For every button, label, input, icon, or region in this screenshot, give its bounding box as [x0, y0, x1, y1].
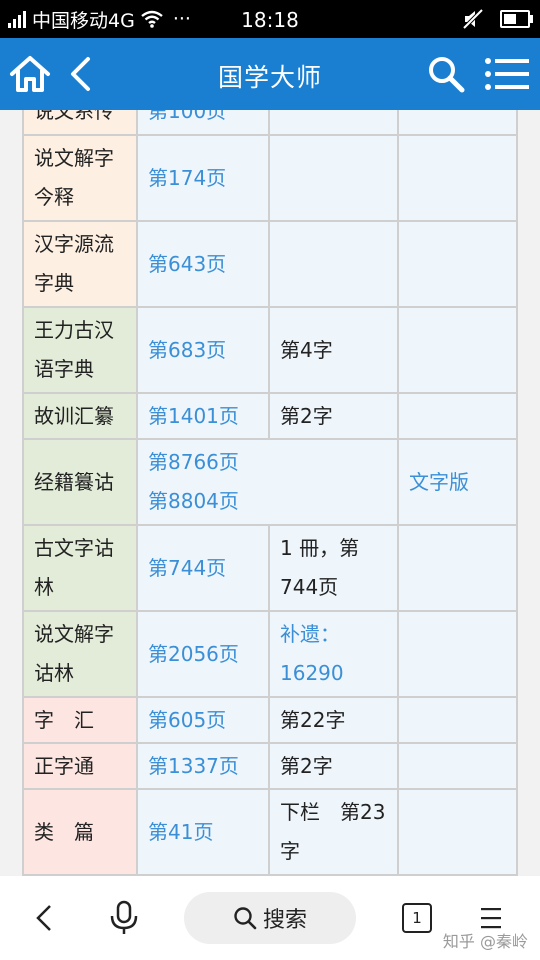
- note-cell: 1 冊，第744页: [268, 524, 399, 612]
- dictionary-table: 说文系传 第100页 说文解字今释 第174页 汉字源流字典 第643页 王力古…: [22, 110, 518, 876]
- book-name: 古文字诂林: [22, 524, 138, 612]
- table-row: 类 篇 第41页 下栏 第23字: [22, 788, 518, 876]
- search-button[interactable]: [424, 38, 468, 110]
- extra-cell: [397, 610, 518, 698]
- battery-icon: [500, 10, 533, 28]
- extra-cell: [397, 524, 518, 612]
- note-cell: 第22字: [268, 696, 399, 744]
- page-link[interactable]: 第174页: [136, 134, 270, 222]
- table-row: 古文字诂林 第744页 1 冊，第744页: [22, 524, 518, 612]
- search-icon: [234, 907, 257, 930]
- table-row: 故训汇纂 第1401页 第2字: [22, 392, 518, 440]
- status-time: 18:18: [241, 8, 299, 32]
- extra-cell: [397, 306, 518, 394]
- watermark: 知乎 @秦岭: [442, 932, 528, 951]
- search-icon: [429, 57, 465, 93]
- table-row: 正字通 第1337页 第2字: [22, 742, 518, 790]
- book-name: 王力古汉语字典: [22, 306, 138, 394]
- table-row: 说文解字今释 第174页: [22, 134, 518, 222]
- note-cell: 第2字: [268, 742, 399, 790]
- chevron-left-icon: [36, 905, 51, 931]
- book-name: 故训汇纂: [22, 392, 138, 440]
- table-row: 说文系传 第100页: [22, 110, 518, 136]
- book-name: 汉字源流字典: [22, 220, 138, 308]
- status-right: [462, 0, 533, 38]
- voice-button[interactable]: [104, 876, 144, 960]
- app-header: 国学大师: [0, 38, 540, 110]
- book-name: 字 汇: [22, 696, 138, 744]
- extra-cell: [397, 392, 518, 440]
- content-area[interactable]: 说文系传 第100页 说文解字今释 第174页 汉字源流字典 第643页 王力古…: [0, 110, 540, 876]
- extra-cell: [397, 742, 518, 790]
- page-link[interactable]: 第2056页: [136, 610, 270, 698]
- page-link[interactable]: 第744页: [136, 524, 270, 612]
- status-bar: 中国移动4G ··· 18:18: [0, 0, 540, 38]
- tabs-icon: 1: [402, 903, 432, 933]
- table-row: 汉字源流字典 第643页: [22, 220, 518, 308]
- note-cell: [268, 220, 399, 308]
- note-cell: 第2字: [268, 392, 399, 440]
- page-link[interactable]: 第1337页: [136, 742, 270, 790]
- text-version-link[interactable]: 文字版: [397, 438, 518, 526]
- page-link[interactable]: 第1401页: [136, 392, 270, 440]
- search-label: 搜索: [262, 908, 307, 933]
- note-cell: [268, 134, 399, 222]
- page-link[interactable]: 第683页: [136, 306, 270, 394]
- search-bar-button[interactable]: 搜索: [184, 892, 356, 944]
- book-name: 经籍籑诂: [22, 438, 138, 526]
- page-link-group: 第8766页 第8804页: [136, 438, 399, 526]
- bottom-toolbar: 搜索 1 知乎 @秦岭: [0, 876, 540, 960]
- page-link[interactable]: 第41页: [136, 788, 270, 876]
- extra-cell: [397, 788, 518, 876]
- table-row: 字 汇 第605页 第22字: [22, 696, 518, 744]
- table-row: 王力古汉语字典 第683页 第4字: [22, 306, 518, 394]
- book-name: 正字通: [22, 742, 138, 790]
- note-cell: 下栏 第23字: [268, 788, 399, 876]
- book-name: 说文系传: [22, 110, 138, 136]
- note-cell: 第4字: [268, 306, 399, 394]
- supplement-link[interactable]: 补遗：16290: [268, 610, 399, 698]
- page-link[interactable]: 第100页: [136, 110, 270, 136]
- extra-cell: [397, 110, 518, 136]
- book-name: 说文解字诂林: [22, 610, 138, 698]
- menu-icon: [485, 58, 529, 90]
- menu-button[interactable]: [480, 38, 534, 110]
- mic-icon: [110, 900, 138, 934]
- note-cell: [268, 110, 399, 136]
- page-link[interactable]: 第605页: [136, 696, 270, 744]
- mute-icon: [462, 9, 484, 29]
- table-row: 说文解字诂林 第2056页 补遗：16290: [22, 610, 518, 698]
- book-name: 说文解字今释: [22, 134, 138, 222]
- book-name: 类 篇: [22, 788, 138, 876]
- page-link[interactable]: 第643页: [136, 220, 270, 308]
- page-link[interactable]: 第8766页: [148, 443, 387, 482]
- nav-back-button[interactable]: [24, 876, 64, 960]
- extra-cell: [397, 220, 518, 308]
- table-row: 经籍籑诂 第8766页 第8804页 文字版: [22, 438, 518, 526]
- tabs-button[interactable]: 1: [400, 876, 434, 960]
- extra-cell: [397, 134, 518, 222]
- page-link[interactable]: 第8804页: [148, 482, 387, 521]
- extra-cell: [397, 696, 518, 744]
